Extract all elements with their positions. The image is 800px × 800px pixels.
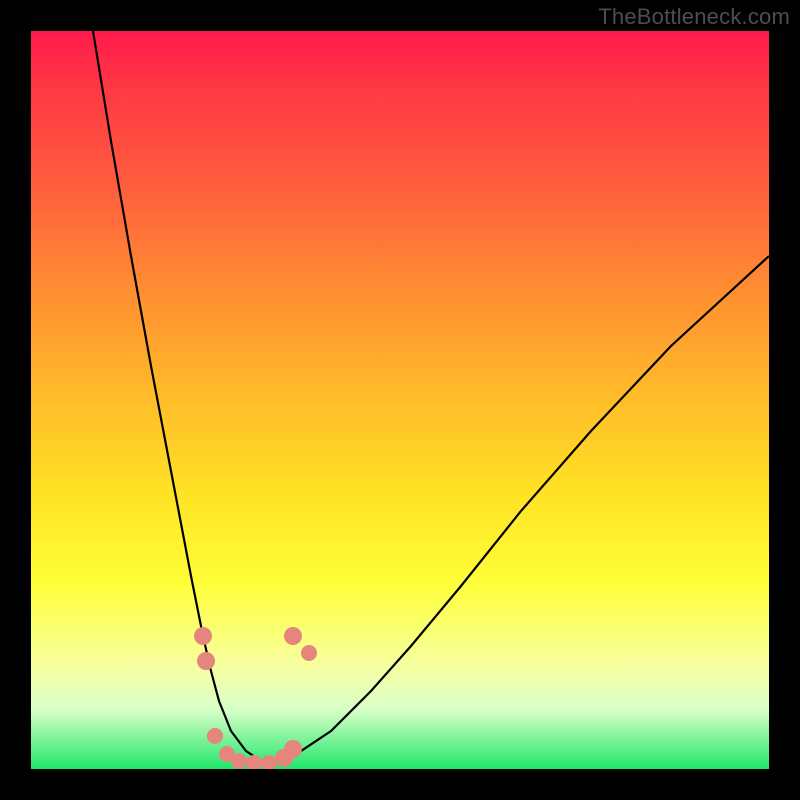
data-marker [284, 627, 302, 645]
data-marker [194, 627, 212, 645]
data-marker [301, 645, 317, 661]
data-marker [207, 728, 223, 744]
data-marker [261, 755, 277, 769]
curve-layer [31, 31, 769, 769]
chart-frame: TheBottleneck.com [0, 0, 800, 800]
data-markers [194, 627, 317, 769]
data-marker [284, 740, 302, 758]
plot-area [31, 31, 769, 769]
bottleneck-curve [93, 31, 769, 761]
data-marker [197, 652, 215, 670]
data-marker [231, 753, 247, 769]
data-marker [246, 755, 262, 769]
watermark-text: TheBottleneck.com [598, 4, 790, 30]
